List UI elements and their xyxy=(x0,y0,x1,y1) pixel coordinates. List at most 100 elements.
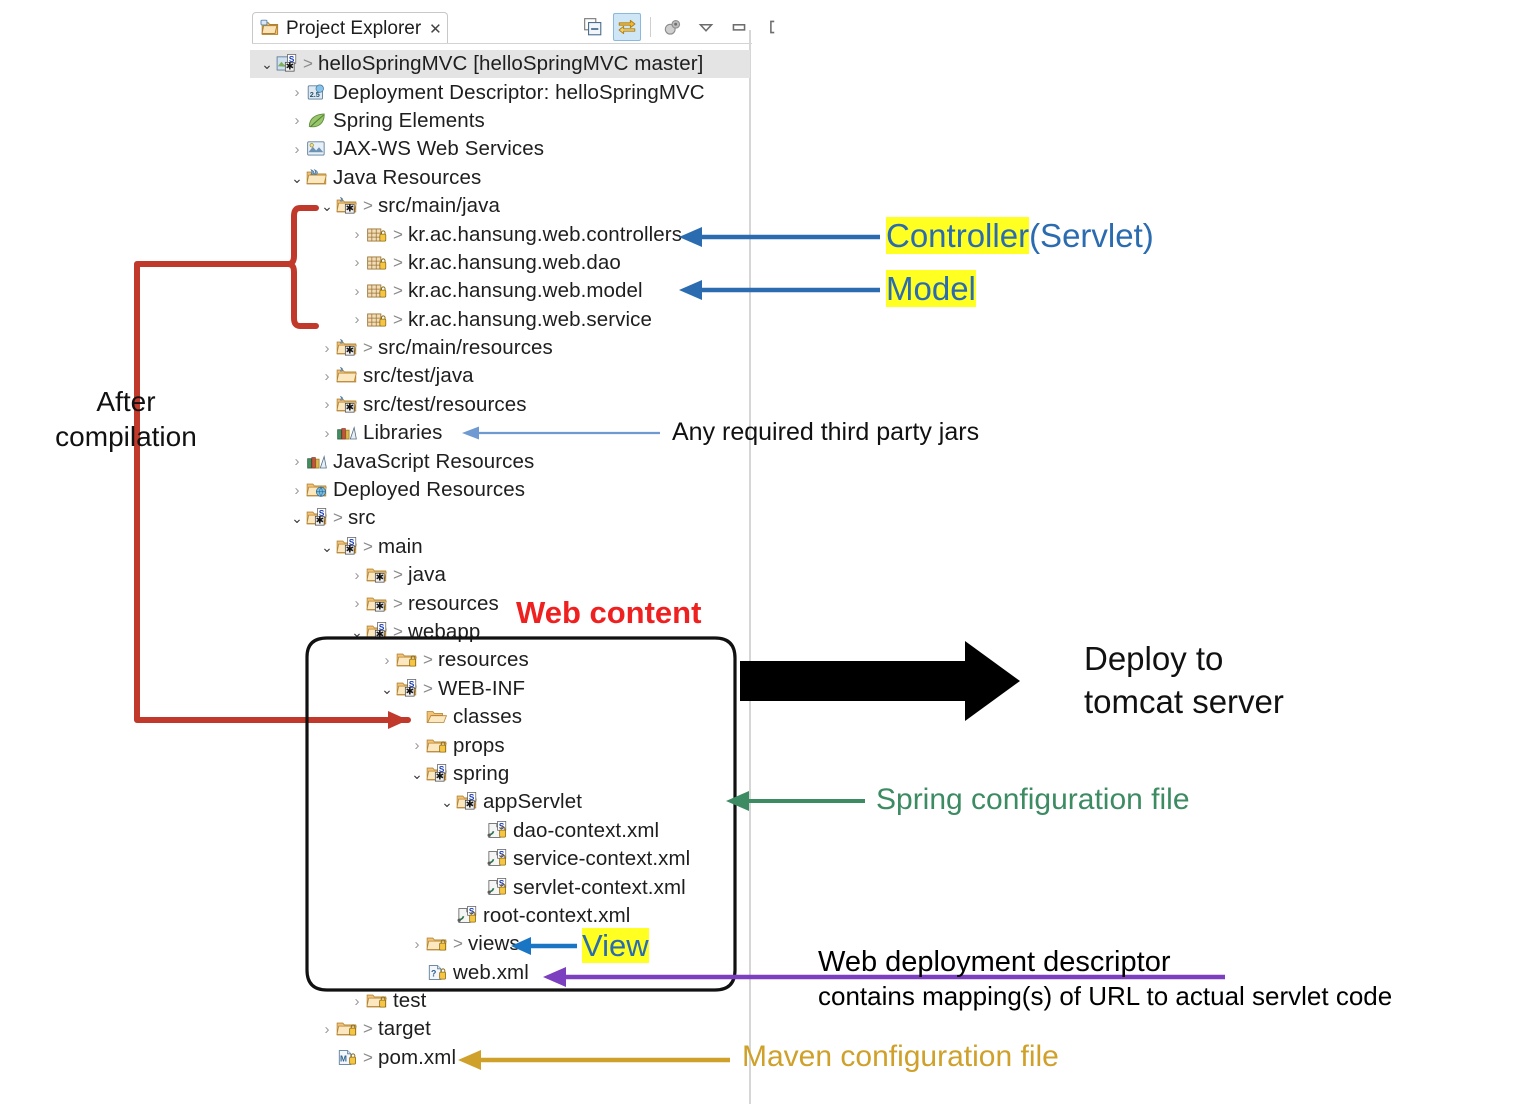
spring-xml-icon: S xyxy=(487,820,507,838)
chevron-right-icon[interactable]: › xyxy=(318,341,336,356)
tree-item-src[interactable]: ⌄ S ✱ > src xyxy=(250,504,750,532)
chevron-right-icon[interactable]: › xyxy=(318,369,336,384)
chevron-right-icon[interactable]: › xyxy=(288,142,306,157)
tree-item-deployed-resources[interactable]: › Deployed Resources xyxy=(250,476,750,504)
chevron-right-icon[interactable]: › xyxy=(288,483,306,498)
folder-spring-icon: S✱ xyxy=(306,508,327,527)
model-label: Model xyxy=(886,270,976,307)
tree-item-pom-xml[interactable]: M > pom.xml xyxy=(250,1044,750,1072)
tree-item-classes[interactable]: classes xyxy=(250,703,750,731)
chevron-down-icon[interactable]: ⌄ xyxy=(318,540,336,554)
tree-item-java[interactable]: › ✱ > java xyxy=(250,561,750,589)
folder-spring-icon: S✱ xyxy=(456,792,477,811)
chevron-right-icon[interactable]: › xyxy=(348,312,366,327)
tree-item-label: JavaScript Resources xyxy=(333,449,535,473)
chevron-right-icon[interactable]: › xyxy=(348,994,366,1009)
tree-item-javascript-resources[interactable]: › JavaScript Resources xyxy=(250,447,750,475)
close-icon[interactable]: ✕ xyxy=(429,20,442,38)
tree-item-kr-ac-hansung-web-controllers[interactable]: › > kr.ac.hansung.web.controllers xyxy=(250,220,750,248)
tree-item-src-test-resources[interactable]: › ✱ src/test/resources xyxy=(250,391,750,419)
tree-item-deployment-descriptor-hellospringmvc[interactable]: › 2.5 Deployment Descriptor: helloSpringMV… xyxy=(250,78,750,106)
chevron-right-icon[interactable]: › xyxy=(348,284,366,299)
chevron-right-icon[interactable]: › xyxy=(408,937,426,952)
tree-item-label: kr.ac.hansung.web.dao xyxy=(407,250,621,274)
chevron-down-icon[interactable]: ⌄ xyxy=(348,625,366,639)
chevron-down-icon[interactable]: ⌄ xyxy=(318,199,336,213)
tree-item-label: src/test/resources xyxy=(363,392,527,416)
tree-item-label: root-context.xml xyxy=(483,903,631,927)
tree-item-test[interactable]: › test xyxy=(250,987,750,1015)
link-with-editor-icon[interactable] xyxy=(613,13,641,41)
tree-item-src-main-java[interactable]: ⌄ ✱ > src/main/java xyxy=(250,192,750,220)
tree-item-jax-ws-web-services[interactable]: › JAX-WS Web Services xyxy=(250,135,750,163)
tree-item-label: test xyxy=(393,989,427,1013)
toolbar-separator xyxy=(650,17,651,37)
source-folder-icon: ✱ xyxy=(336,395,357,414)
chevron-right-icon[interactable]: › xyxy=(378,653,396,668)
tree-item-spring-elements[interactable]: › Spring Elements xyxy=(250,107,750,135)
chevron-down-icon[interactable]: ⌄ xyxy=(438,795,456,809)
chevron-down-icon[interactable]: ⌄ xyxy=(288,511,306,525)
chevron-right-icon[interactable]: › xyxy=(348,255,366,270)
project-explorer-tab[interactable]: Project Explorer ✕ xyxy=(252,12,448,44)
tree-item-src-test-java[interactable]: › src/test/java xyxy=(250,362,750,390)
chevron-right-icon[interactable]: › xyxy=(318,426,336,441)
maximize-icon[interactable] xyxy=(759,14,785,40)
view-menu-icon[interactable] xyxy=(693,14,719,40)
spring-xml-icon: S xyxy=(487,849,507,866)
tree-item-java-resources[interactable]: ⌄ Java Resources xyxy=(250,164,750,192)
tree-item-label: props xyxy=(453,733,505,757)
folder-lock-icon xyxy=(366,994,387,1008)
tree-item-service-context-xml[interactable]: Sservice-context.xml xyxy=(250,845,750,873)
svg-text:✱: ✱ xyxy=(316,516,324,527)
chevron-right-icon[interactable]: › xyxy=(348,568,366,583)
focus-on-active-task-icon[interactable] xyxy=(660,14,686,40)
chevron-right-icon[interactable]: › xyxy=(318,397,336,412)
chevron-right-icon[interactable]: › xyxy=(408,738,426,753)
tree-item-label: src/main/resources xyxy=(377,336,553,360)
chevron-down-icon[interactable]: ⌄ xyxy=(258,57,276,71)
folder-lock-icon xyxy=(426,937,447,951)
chevron-down-icon[interactable]: ⌄ xyxy=(378,682,396,696)
chevron-right-icon[interactable]: › xyxy=(318,1022,336,1037)
chevron-right-icon[interactable]: › xyxy=(288,113,306,128)
tree-item-src-main-resources[interactable]: › ✱ > src/main/resources xyxy=(250,334,750,362)
tree-item-main[interactable]: ⌄ S ✱ > main xyxy=(250,533,750,561)
project-explorer-tab-label: Project Explorer xyxy=(286,17,422,39)
tree-item-dao-context-xml[interactable]: Sdao-context.xml xyxy=(250,817,750,845)
view-toolbar xyxy=(580,12,785,42)
tree-item-root-context-xml[interactable]: Sroot-context.xml xyxy=(250,902,750,930)
tree-item-servlet-context-xml[interactable]: Sservlet-context.xml xyxy=(250,873,750,901)
tree-item-web-xml[interactable]: ? web.xml xyxy=(250,959,750,987)
tree-item-label: kr.ac.hansung.web.controllers xyxy=(407,222,683,246)
tree-item-label: web.xml xyxy=(453,960,529,984)
tree-item-label: Deployment Descriptor: helloSpringMVC xyxy=(333,80,705,104)
spring-xml-icon: S xyxy=(457,906,477,923)
tree-item-appservlet[interactable]: ⌄ S ✱ appServlet xyxy=(250,788,750,816)
chevron-right-icon[interactable]: › xyxy=(288,454,306,469)
tree-item-hellospringmvc-hellospringmvc-master[interactable]: ⌄ S ✱ > helloSpringMVC [helloSpringMVC maste… xyxy=(250,50,750,79)
tree-item-resources[interactable]: › > resources xyxy=(250,646,750,674)
chevron-right-icon[interactable]: › xyxy=(348,227,366,242)
chevron-down-icon[interactable]: ⌄ xyxy=(408,767,426,781)
tree-item-web-inf[interactable]: ⌄ S ✱ > WEB-INF xyxy=(250,675,750,703)
tree-item-kr-ac-hansung-web-dao[interactable]: › > kr.ac.hansung.web.dao xyxy=(250,249,750,277)
tree-item-kr-ac-hansung-web-service[interactable]: › > kr.ac.hansung.web.service xyxy=(250,306,750,334)
deploy-arrow xyxy=(740,641,1020,721)
chevron-down-icon[interactable]: ⌄ xyxy=(288,171,306,185)
tree-item-spring[interactable]: ⌄ S ✱ spring xyxy=(250,760,750,788)
tree-item-props[interactable]: › props xyxy=(250,731,750,759)
tree-item-label: classes xyxy=(453,705,523,729)
folder-lock-icon xyxy=(336,1023,357,1037)
package-icon xyxy=(367,313,387,327)
tree-item-target[interactable]: › > target xyxy=(250,1015,750,1043)
svg-text:S: S xyxy=(499,878,505,887)
chevron-right-icon[interactable]: › xyxy=(288,85,306,100)
project-tree[interactable]: ⌄ S ✱ > helloSpringMVC [helloSpringMVC maste… xyxy=(250,50,750,1072)
tree-item-label: spring xyxy=(453,761,510,785)
tree-item-views[interactable]: › > views xyxy=(250,930,750,958)
tree-item-kr-ac-hansung-web-model[interactable]: › > kr.ac.hansung.web.model xyxy=(250,277,750,305)
chevron-right-icon[interactable]: › xyxy=(348,596,366,611)
svg-text:✱: ✱ xyxy=(346,403,354,414)
collapse-all-icon[interactable] xyxy=(580,14,606,40)
